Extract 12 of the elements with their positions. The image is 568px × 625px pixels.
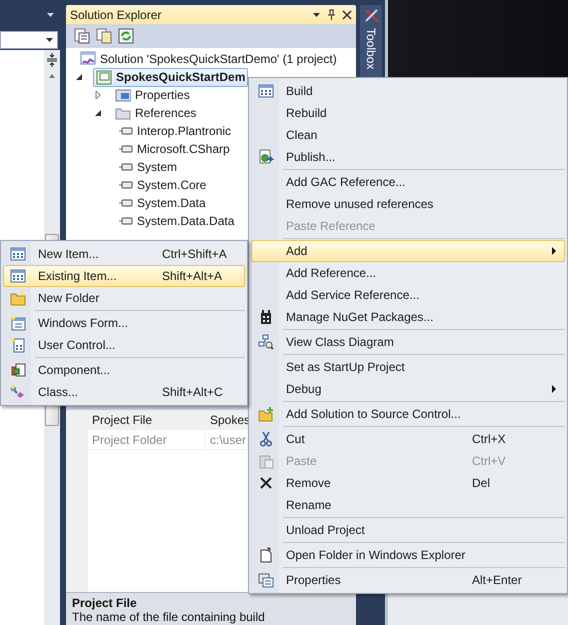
shortcut-text: Shift+Alt+C xyxy=(162,385,224,399)
shortcut-text: Del xyxy=(472,476,492,490)
panel-title-bar: Solution Explorer xyxy=(66,5,356,24)
property-name: Project File xyxy=(88,410,206,430)
property-name: Project Folder xyxy=(88,430,206,450)
shortcut-text: Ctrl+X xyxy=(472,432,507,446)
shortcut-text: Alt+Enter xyxy=(472,573,523,587)
description-text: The name of the file containing build xyxy=(72,610,265,624)
shortcut-text: Shift+Alt+A xyxy=(162,269,224,283)
description-title: Project File xyxy=(72,596,137,610)
shortcut-text: Ctrl+V xyxy=(472,454,507,468)
shortcut-text: Ctrl+Shift+A xyxy=(162,247,228,261)
